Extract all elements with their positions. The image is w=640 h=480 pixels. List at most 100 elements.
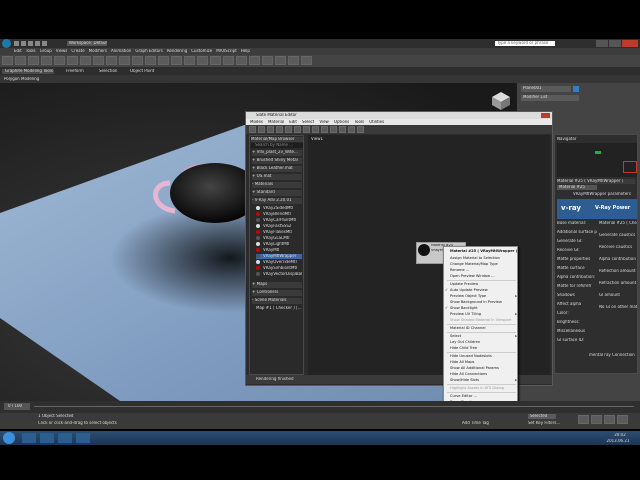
menu-help[interactable]: Help <box>241 49 250 54</box>
browser-group[interactable]: + Black Leather.mat <box>252 166 302 172</box>
schematic-icon[interactable] <box>249 56 260 65</box>
object-color-swatch[interactable] <box>573 86 579 92</box>
context-menu-item[interactable]: Material ID Channel <box>450 326 517 331</box>
context-menu-item[interactable]: Hide Child Tree <box>450 346 517 351</box>
select-name-icon[interactable] <box>93 56 104 65</box>
slate-hide-unused-icon[interactable] <box>294 126 301 133</box>
undo-icon[interactable] <box>35 41 40 46</box>
ribbon-sub-label[interactable]: Polygon Modeling <box>4 77 54 82</box>
context-menu-item[interactable]: Show All Additional Params <box>450 366 517 371</box>
menu-maxscript[interactable]: MAXScript <box>216 49 237 54</box>
slate-pick-icon[interactable] <box>258 126 265 133</box>
slate-menu-material[interactable]: Material <box>268 120 284 124</box>
context-menu-item[interactable]: Show Background in Preview <box>450 300 517 305</box>
maximize-button[interactable] <box>609 40 621 47</box>
browser-material-item[interactable]: VRayMtl <box>256 248 302 253</box>
browser-material-item[interactable]: VRay2SidedMtl <box>256 206 302 211</box>
rotate-icon[interactable] <box>145 56 156 65</box>
clock-date[interactable]: 2013.06.21 <box>598 439 638 444</box>
browser-group[interactable]: - Scene Materials <box>252 298 302 304</box>
bind-icon[interactable] <box>54 56 65 65</box>
slate-assign-icon[interactable] <box>267 126 274 133</box>
menu-create[interactable]: Create <box>71 49 84 54</box>
ribbon-tab-graphite[interactable]: Graphite Modeling Tools <box>2 69 54 74</box>
mirror-icon[interactable] <box>197 56 208 65</box>
slate-menu-modes[interactable]: Modes <box>250 120 263 124</box>
menu-graph-editors[interactable]: Graph Editors <box>135 49 162 54</box>
unlink-icon[interactable] <box>41 56 52 65</box>
params-footer[interactable]: mental ray Connection <box>589 353 637 358</box>
menu-views[interactable]: Views <box>56 49 68 54</box>
menu-customize[interactable]: Customize <box>191 49 212 54</box>
redo-icon[interactable] <box>15 56 26 65</box>
browser-material-item[interactable]: VRayVectorDisplBake <box>256 272 302 277</box>
navigator-frame[interactable] <box>623 161 637 173</box>
add-time-tag-button[interactable]: Add Time Tag <box>462 421 492 426</box>
context-menu-item[interactable]: Change Material/Map Type <box>450 262 517 267</box>
taskbar-media-icon[interactable] <box>58 433 72 443</box>
slate-menu-tools[interactable]: Tools <box>354 120 364 124</box>
context-menu-item[interactable]: Select <box>450 334 517 339</box>
ref-coord-icon[interactable] <box>171 56 182 65</box>
context-menu-item[interactable]: Rename ... <box>450 268 517 273</box>
render-frame-icon[interactable] <box>288 56 299 65</box>
material-editor-icon[interactable] <box>262 56 273 65</box>
start-button[interactable] <box>3 432 15 444</box>
context-menu-item[interactable]: Lay Out Children <box>450 340 517 345</box>
context-menu-item[interactable]: Update Preview <box>450 282 517 287</box>
prev-frame-button[interactable] <box>591 415 602 424</box>
redo-icon[interactable] <box>42 41 47 46</box>
app-logo-icon[interactable] <box>2 39 11 48</box>
ribbon-tab-object-paint[interactable]: Object Paint <box>130 69 160 74</box>
slate-menu-utilities[interactable]: Utilities <box>369 120 384 124</box>
clock-time[interactable]: 20:02 <box>604 433 636 438</box>
menu-group[interactable]: Group <box>40 49 52 54</box>
next-frame-button[interactable] <box>617 415 628 424</box>
slate-title-bar[interactable]: Slate Material Editor <box>246 112 552 119</box>
go-to-start-button[interactable] <box>578 415 589 424</box>
view-tab[interactable]: View1 <box>311 137 331 142</box>
slate-material-map-browser-icon[interactable] <box>339 126 346 133</box>
browser-material-item[interactable]: VRayBlendMtl <box>256 212 302 217</box>
menu-edit[interactable]: Edit <box>14 49 22 54</box>
taskbar-explorer-icon[interactable] <box>22 433 36 443</box>
object-name-field[interactable]: Plane001 <box>521 86 571 92</box>
slate-menu-view[interactable]: View <box>319 120 329 124</box>
render-icon[interactable] <box>301 56 312 65</box>
context-menu-item[interactable]: Show/Hide Slots <box>450 378 517 383</box>
context-menu-item[interactable]: Highlight Assets in ATS Dialog <box>450 386 517 391</box>
context-menu-item[interactable]: Show Backlight <box>450 306 517 311</box>
context-menu-item[interactable]: Preview UV Tiling <box>450 312 517 317</box>
params-rollout[interactable]: VRayMtlWrapper parameters <box>573 192 633 197</box>
browser-group[interactable]: + mfx_plast_2v_Wite... <box>252 150 302 156</box>
layer-icon[interactable] <box>223 56 234 65</box>
undo-icon[interactable] <box>2 56 13 65</box>
browser-group[interactable]: + OS.mat <box>252 174 302 180</box>
slate-show-background-icon[interactable] <box>312 126 319 133</box>
browser-material-item[interactable]: VRayFlakesMtl <box>256 230 302 235</box>
browser-group[interactable]: + Controllers <box>252 290 302 296</box>
align-icon[interactable] <box>210 56 221 65</box>
select-icon[interactable] <box>80 56 91 65</box>
slate-move-children-icon[interactable] <box>285 126 292 133</box>
menu-rendering[interactable]: Rendering <box>167 49 187 54</box>
slate-layout-children-icon[interactable] <box>330 126 337 133</box>
browser-material-item[interactable]: VRayMtlWrapper <box>256 254 302 259</box>
new-icon[interactable] <box>14 41 19 46</box>
taskbar-chrome-icon[interactable] <box>40 433 54 443</box>
set-key-filters-button[interactable]: Set Key Filters... <box>528 421 568 426</box>
context-menu-item[interactable]: Preview Object Type <box>450 294 517 299</box>
slate-select-icon[interactable] <box>249 126 256 133</box>
move-icon[interactable] <box>132 56 143 65</box>
timeline-track[interactable] <box>34 406 634 407</box>
window-icon[interactable] <box>119 56 130 65</box>
save-icon[interactable] <box>28 41 33 46</box>
slate-menu-edit[interactable]: Edit <box>289 120 297 124</box>
slate-layout-icon[interactable] <box>321 126 328 133</box>
slate-delete-icon[interactable] <box>276 126 283 133</box>
browser-material-item[interactable]: VRayGLSLMtl <box>256 236 302 241</box>
slate-show-map-icon[interactable] <box>303 126 310 133</box>
scale-icon[interactable] <box>158 56 169 65</box>
params-name-field[interactable]: Material #25 <box>557 185 597 190</box>
rect-select-icon[interactable] <box>106 56 117 65</box>
